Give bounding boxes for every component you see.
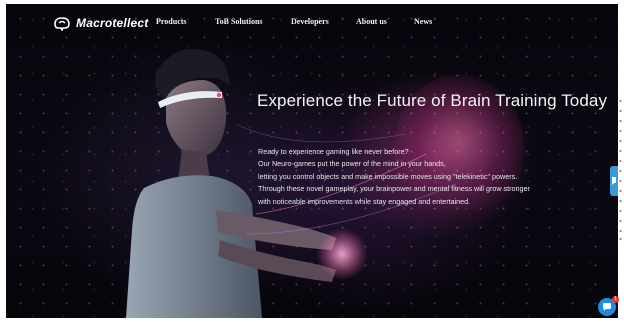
scroll-indicator[interactable] (619, 98, 622, 242)
hero-body-line: Our Neuro-games put the power of the min… (258, 159, 446, 169)
hero-body-line: letting you control objects and make imp… (258, 171, 518, 181)
nav-tob-solutions[interactable]: ToB Solutions (215, 17, 263, 26)
hero-body: Ready to experience gaming like never be… (258, 146, 618, 208)
hero-body-line: Ready to experience gaming like never be… (258, 147, 409, 156)
brand-logo[interactable]: Macrotellect (52, 14, 148, 32)
top-navigation: Macrotellect Products ToB Solutions Deve… (6, 4, 618, 42)
nav-developers[interactable]: Developers (291, 17, 329, 26)
brand-name: Macrotellect (76, 16, 149, 30)
feedback-icon (612, 177, 616, 185)
nav-news[interactable]: News (414, 17, 432, 26)
hero-body-line: with noticeable improvements while stay … (258, 196, 471, 206)
chat-notification-badge: 1 (612, 296, 619, 303)
hero-section: Macrotellect Products ToB Solutions Deve… (6, 4, 618, 318)
hero-body-line: Through these novel gameplay, your brain… (258, 184, 530, 194)
hero-headline: Experience the Future of Brain Training … (257, 91, 608, 110)
chat-bubble-icon (603, 303, 611, 311)
nav-products[interactable]: Products (156, 17, 187, 26)
side-feedback-tab[interactable] (610, 166, 618, 196)
nav-about-us[interactable]: About us (356, 17, 387, 26)
brain-logo-icon (54, 17, 70, 31)
